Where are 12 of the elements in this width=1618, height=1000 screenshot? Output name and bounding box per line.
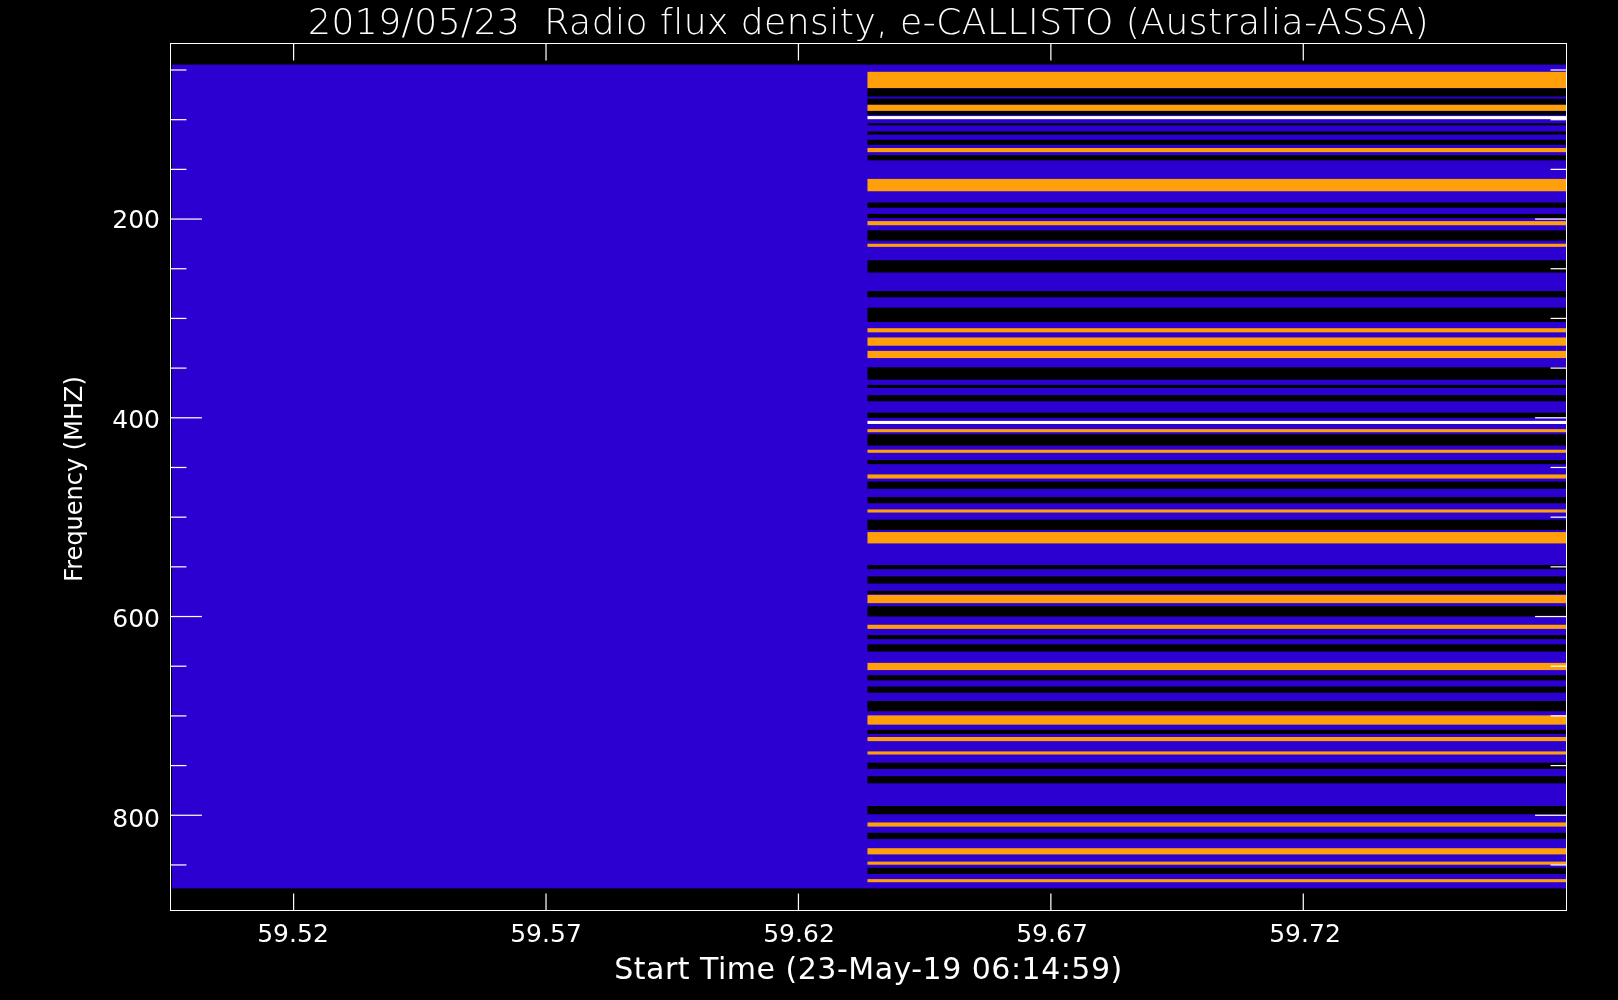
x-tick-label: 59.52 bbox=[257, 919, 329, 948]
y-tick-label: 400 bbox=[112, 404, 160, 433]
chart-title: 2019/05/23 Radio flux density, e-CALLISTO (Australia-ASSA) bbox=[308, 1, 1429, 42]
x-tick-label: 59.62 bbox=[763, 919, 835, 948]
x-axis-label: Start Time (23-May-19 06:14:59) bbox=[614, 951, 1123, 986]
y-tick-label: 800 bbox=[112, 803, 160, 832]
y-tick-label: 200 bbox=[112, 204, 160, 234]
y-axis-label: Frequency (MHZ) bbox=[60, 376, 88, 582]
x-tick-label: 59.72 bbox=[1269, 919, 1341, 948]
y-tick-label: 600 bbox=[112, 603, 160, 633]
x-tick-label: 59.57 bbox=[510, 919, 582, 948]
x-tick-label: 59.67 bbox=[1016, 919, 1088, 948]
